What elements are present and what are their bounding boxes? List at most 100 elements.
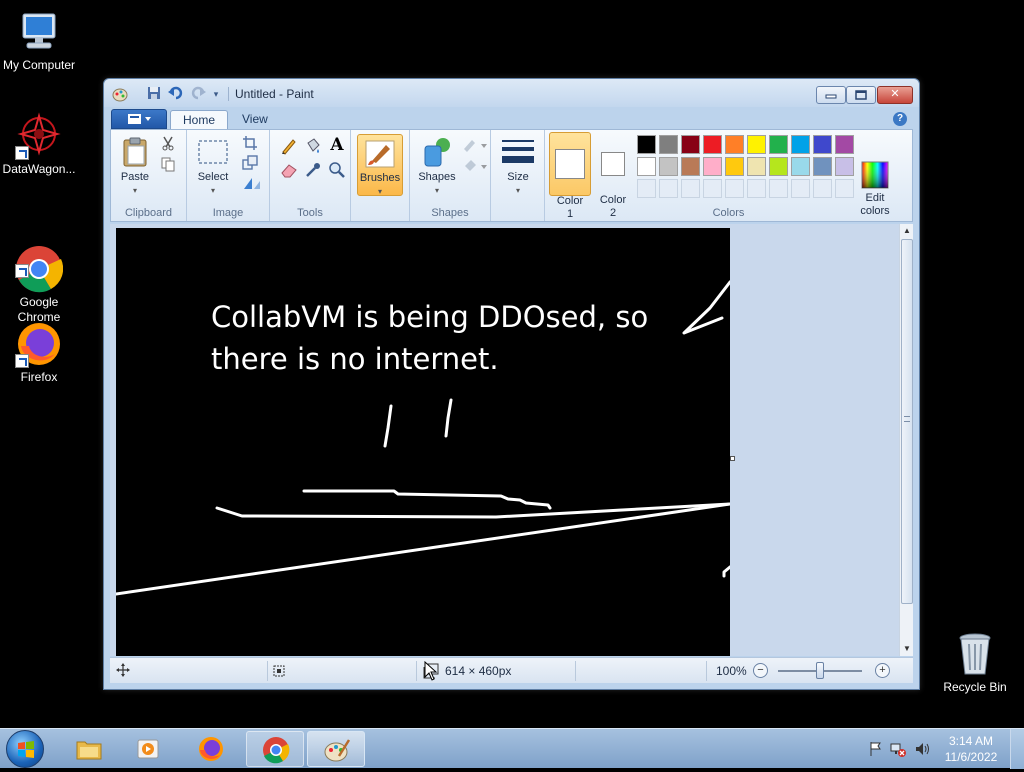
media-player-icon (135, 735, 163, 763)
taskbar-firefox[interactable] (182, 731, 240, 767)
paint-icon (323, 736, 351, 764)
color-swatch[interactable] (703, 135, 722, 154)
custom-color-slot[interactable] (703, 179, 722, 198)
scroll-up-icon[interactable]: ▲ (900, 224, 914, 238)
shapes-button[interactable]: Shapes ▾ (416, 136, 458, 197)
dropdown-arrow-icon: ▾ (434, 186, 439, 195)
text-icon[interactable]: A (328, 136, 346, 154)
custom-color-slot[interactable] (769, 179, 788, 198)
color-swatch[interactable] (747, 135, 766, 154)
crop-icon[interactable] (242, 135, 260, 153)
zoom-in-button[interactable]: + (875, 663, 890, 678)
clock-time[interactable]: 3:14 AM (940, 734, 1002, 748)
custom-color-slot[interactable] (725, 179, 744, 198)
desktop-icon-recycle-bin[interactable]: Recycle Bin (936, 630, 1014, 695)
show-desktop-button[interactable] (1010, 729, 1024, 769)
color-swatch[interactable] (835, 157, 854, 176)
color-swatch[interactable] (769, 135, 788, 154)
color-swatch[interactable] (681, 157, 700, 176)
taskbar-explorer[interactable] (60, 731, 118, 767)
shape-fill-icon[interactable] (462, 158, 487, 176)
desktop-icon-firefox[interactable]: Firefox (0, 320, 78, 385)
redo-icon[interactable] (190, 86, 206, 102)
color1-button[interactable]: Color 1 (549, 132, 591, 220)
help-icon[interactable]: ? (893, 112, 907, 126)
size-button[interactable]: Size ▾ (499, 136, 537, 197)
brushes-button[interactable]: Brushes ▾ (357, 134, 403, 196)
pencil-icon[interactable] (280, 137, 298, 155)
tab-view[interactable]: View (230, 110, 280, 130)
eraser-icon[interactable] (280, 161, 298, 179)
custom-color-slot[interactable] (637, 179, 656, 198)
color-swatch[interactable] (791, 135, 810, 154)
system-tray: 3:14 AM 11/6/2022 (862, 729, 1024, 769)
maximize-button[interactable] (846, 86, 876, 104)
vertical-scrollbar[interactable]: ▲ ▼ (899, 224, 913, 656)
line-width-icon (502, 136, 534, 168)
clock-date[interactable]: 11/6/2022 (940, 750, 1002, 764)
canvas-resize-handle[interactable] (730, 456, 735, 461)
start-button[interactable] (6, 730, 44, 768)
copy-icon[interactable] (160, 156, 178, 174)
network-icon[interactable] (890, 741, 906, 760)
zoom-out-button[interactable]: − (753, 663, 768, 678)
color-swatch[interactable] (835, 135, 854, 154)
color1-swatch (555, 149, 585, 179)
custom-color-slot[interactable] (681, 179, 700, 198)
fill-icon[interactable] (304, 137, 322, 155)
color-swatch[interactable] (659, 157, 678, 176)
rotate-icon[interactable] (242, 175, 260, 193)
color-swatch[interactable] (703, 157, 722, 176)
color-swatch[interactable] (659, 135, 678, 154)
color-swatch[interactable] (747, 157, 766, 176)
custom-color-slot[interactable] (813, 179, 832, 198)
color-swatch[interactable] (791, 157, 810, 176)
custom-color-slot[interactable] (835, 179, 854, 198)
customize-quick-access-icon[interactable]: ▾ (208, 86, 224, 102)
color-swatch[interactable] (813, 135, 832, 154)
desktop-icon-datawagon[interactable]: DataWagon... (0, 112, 78, 177)
title-bar[interactable]: ▾ Untitled - Paint ✕ (104, 79, 919, 107)
ribbon-tab-bar: Home View ? (110, 107, 913, 130)
color-swatch[interactable] (637, 157, 656, 176)
scroll-down-icon[interactable]: ▼ (900, 642, 914, 656)
close-button[interactable]: ✕ (877, 86, 913, 104)
paint-menu-button[interactable] (111, 109, 167, 129)
custom-color-slot[interactable] (747, 179, 766, 198)
taskbar-media-player[interactable] (120, 731, 178, 767)
minimize-button[interactable] (816, 86, 846, 104)
paste-button[interactable]: Paste ▾ (117, 136, 153, 197)
taskbar-chrome[interactable] (246, 731, 304, 767)
tab-home[interactable]: Home (170, 110, 229, 130)
color-swatch[interactable] (725, 135, 744, 154)
drawing-canvas[interactable]: CollabVM is being DDOsed, so there is no… (116, 228, 730, 656)
paint-app-icon[interactable] (112, 86, 128, 102)
dropdown-arrow-icon: ▾ (377, 187, 382, 196)
volume-icon[interactable] (914, 741, 930, 760)
desktop: My Computer DataWagon... Google Chrome F… (0, 0, 1024, 728)
select-icon (197, 136, 229, 168)
taskbar-paint[interactable] (307, 731, 365, 767)
custom-color-slot[interactable] (791, 179, 810, 198)
color-picker-icon[interactable] (304, 161, 322, 179)
cut-icon[interactable] (160, 135, 178, 153)
desktop-icon-my-computer[interactable]: My Computer (0, 8, 78, 73)
color-swatch[interactable] (813, 157, 832, 176)
color2-swatch (601, 152, 625, 176)
save-icon[interactable] (146, 86, 162, 102)
color-swatch[interactable] (637, 135, 656, 154)
tools-group: A Tools (270, 130, 351, 221)
zoom-slider-thumb[interactable] (816, 662, 824, 679)
zoom-level: 100% (716, 664, 747, 678)
outline-icon[interactable] (462, 137, 487, 155)
magnifier-icon[interactable] (328, 161, 346, 179)
scroll-thumb[interactable] (901, 239, 913, 604)
custom-color-slot[interactable] (659, 179, 678, 198)
color-swatch[interactable] (725, 157, 744, 176)
color-swatch[interactable] (769, 157, 788, 176)
undo-icon[interactable] (168, 86, 184, 102)
action-center-icon[interactable] (868, 741, 884, 760)
resize-icon[interactable] (242, 155, 260, 173)
select-button[interactable]: Select ▾ (193, 136, 233, 197)
color-swatch[interactable] (681, 135, 700, 154)
